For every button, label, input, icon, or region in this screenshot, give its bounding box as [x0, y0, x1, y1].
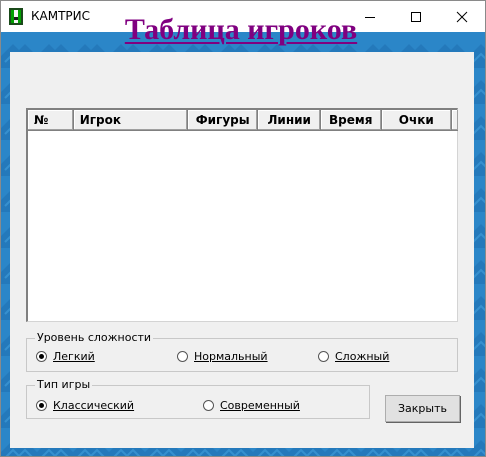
radio-modern-indicator — [203, 400, 214, 411]
column-header-score[interactable]: Очки — [381, 110, 452, 131]
radio-classic[interactable]: Классический — [36, 399, 134, 412]
column-header-number[interactable]: № — [28, 110, 74, 131]
column-header-player[interactable]: Игрок — [73, 110, 188, 131]
radio-easy[interactable]: Легкий — [36, 350, 95, 363]
column-header-time[interactable]: Время — [320, 110, 382, 131]
difficulty-legend: Уровень сложности — [35, 331, 154, 344]
radio-hard-indicator — [318, 351, 329, 362]
app-window: КАМТРИС Таблица игроков № Игрок Фигуры Л… — [0, 0, 486, 457]
players-table[interactable]: № Игрок Фигуры Линии Время Очки — [26, 108, 458, 322]
radio-classic-indicator — [36, 400, 47, 411]
column-header-filler — [452, 110, 458, 131]
radio-easy-label: Легкий — [53, 350, 95, 363]
close-button[interactable]: Закрыть — [385, 395, 460, 422]
column-header-figures[interactable]: Фигуры — [187, 110, 259, 131]
radio-modern-label: Современный — [220, 399, 300, 412]
radio-classic-label: Классический — [53, 399, 135, 412]
page-title: Таблица игроков — [124, 13, 358, 46]
radio-modern[interactable]: Современный — [203, 399, 300, 412]
radio-normal-indicator — [177, 351, 188, 362]
radio-hard[interactable]: Сложный — [318, 350, 389, 363]
radio-hard-label: Сложный — [335, 350, 390, 363]
radio-easy-indicator — [36, 351, 47, 362]
radio-normal[interactable]: Нормальный — [177, 350, 268, 363]
game-type-legend: Тип игры — [35, 378, 93, 391]
radio-normal-label: Нормальный — [194, 350, 268, 363]
column-header-lines[interactable]: Линии — [258, 110, 321, 131]
table-header: № Игрок Фигуры Линии Время Очки — [28, 110, 458, 131]
